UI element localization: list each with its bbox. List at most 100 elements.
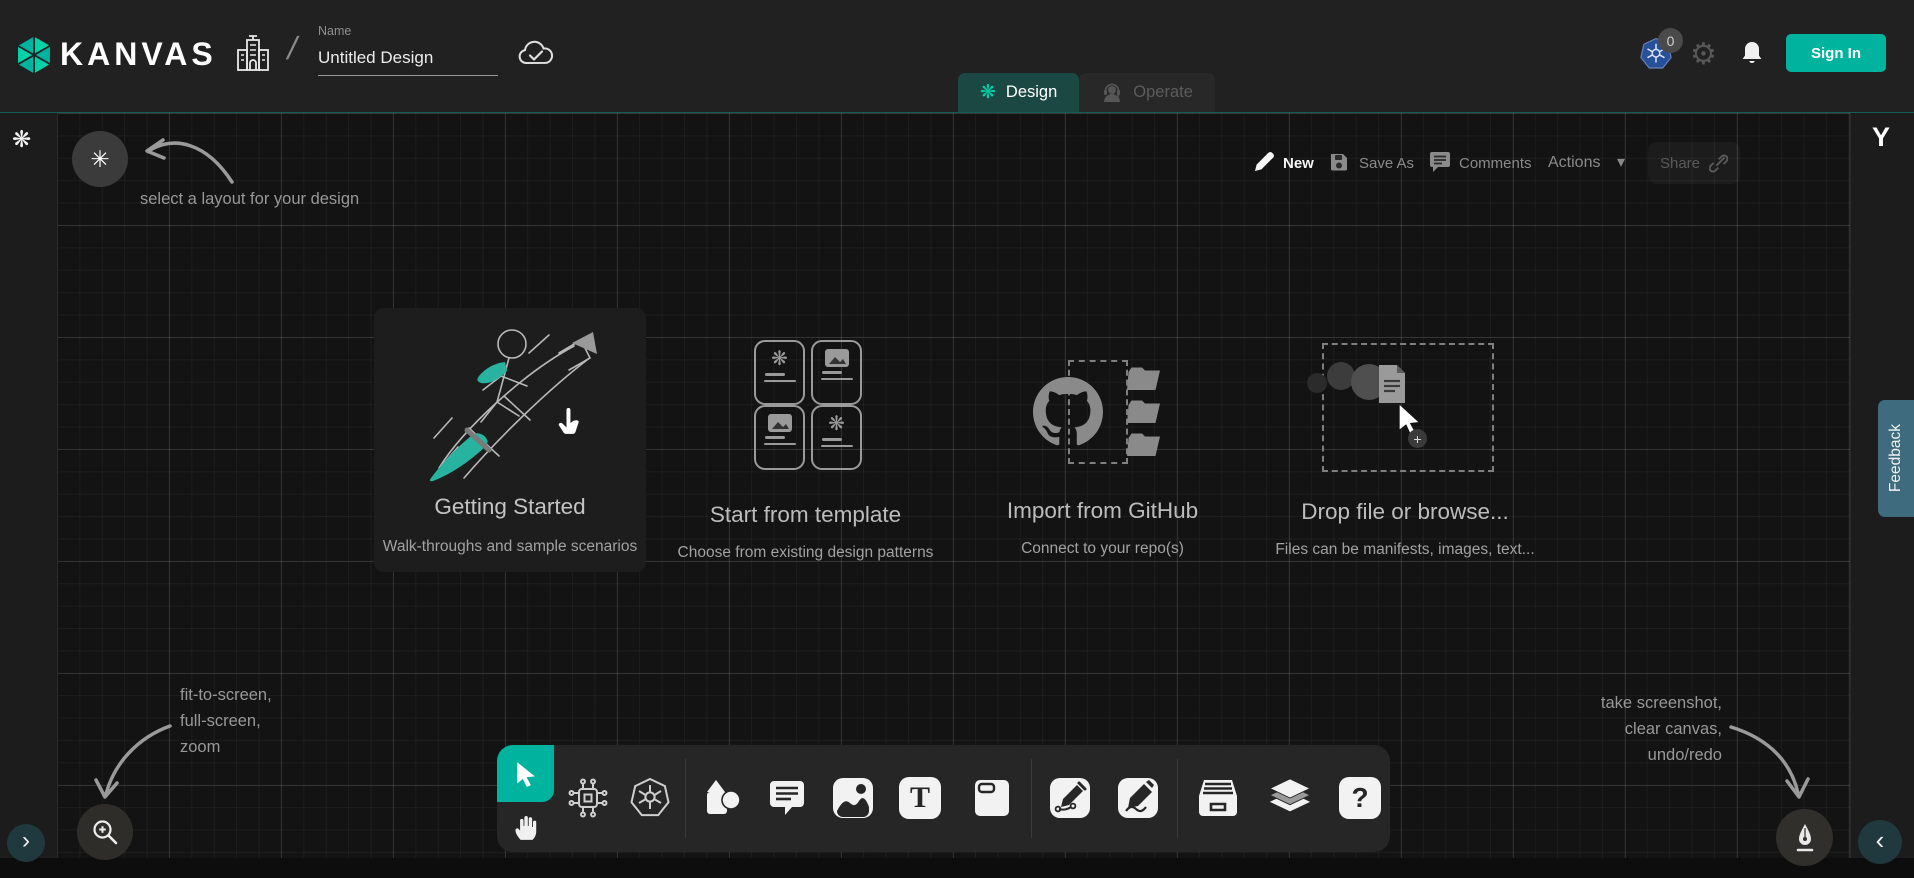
dock-divider [685, 759, 686, 838]
kubernetes-context-button[interactable]: 0 [1638, 36, 1694, 76]
share-link-icon [1709, 154, 1728, 173]
plus-badge-icon: + [1408, 429, 1427, 448]
comments-button[interactable]: Comments [1459, 155, 1532, 172]
actions-menu-button[interactable]: Actions [1548, 154, 1600, 172]
canvas-actions-hint-text: take screenshot, clear canvas, undo/redo [1570, 690, 1722, 768]
tab-design-label: Design [1006, 83, 1057, 102]
cursor-arrow-icon [514, 761, 538, 787]
design-name-label: Name [318, 24, 351, 38]
header-bar: KANVAS / Name ❋ Design [0, 0, 1914, 112]
file-icon [1377, 363, 1407, 405]
operate-headset-icon [1101, 82, 1123, 104]
shapes-icon [701, 778, 743, 818]
layout-hint-text: select a layout for your design [140, 186, 359, 212]
layout-asterisk-icon: ✳ [90, 146, 109, 173]
notifications-bell-icon[interactable] [1740, 40, 1764, 67]
y-logo-icon[interactable]: Y [1872, 122, 1890, 153]
card-getting-started[interactable]: Getting Started Walk-throughs and sample… [374, 308, 646, 572]
card-drop-title: Drop file or browse... [1295, 499, 1515, 525]
card-github-title: Import from GitHub [1005, 498, 1200, 524]
tool-image[interactable] [831, 776, 875, 820]
new-pencil-icon[interactable] [1252, 150, 1276, 174]
card-drop-file[interactable]: + Drop file or browse... Files can be ma… [1295, 335, 1515, 564]
share-button[interactable]: Share [1648, 142, 1740, 184]
view-hint-arrow [92, 712, 177, 807]
share-label: Share [1660, 155, 1700, 172]
tab-operate[interactable]: Operate [1079, 73, 1215, 112]
comments-bubble-icon[interactable] [1428, 151, 1452, 174]
tool-shapes[interactable] [700, 776, 744, 820]
tool-kubernetes[interactable] [628, 776, 672, 820]
tool-pan-hand[interactable] [497, 802, 554, 852]
pointer-hand-cursor [556, 408, 584, 442]
view-controls-hint-text: fit-to-screen, full-screen, zoom [180, 682, 272, 760]
left-dock-rail [0, 113, 58, 858]
github-octocat-icon [1033, 377, 1103, 447]
pen-nib-icon [1792, 823, 1818, 853]
dock-divider [1031, 759, 1032, 838]
spiral-icon: ❋ [771, 349, 788, 369]
kubernetes-wheel-icon [628, 775, 672, 821]
image-tool-icon [832, 777, 874, 819]
help-icon: ? [1339, 777, 1381, 819]
kanvas-app: KANVAS / Name ❋ Design [0, 0, 1914, 878]
feedback-label: Feedback [1887, 424, 1905, 492]
new-button[interactable]: New [1283, 155, 1314, 172]
dock-divider [1177, 759, 1178, 838]
pencil-sketch-icon [1117, 777, 1159, 819]
tool-text[interactable]: T [898, 776, 942, 820]
tab-design[interactable]: ❋ Design [958, 73, 1079, 112]
chevron-left-icon: ‹ [1876, 825, 1885, 856]
template-thumb [811, 340, 862, 405]
sign-in-button[interactable]: Sign In [1786, 34, 1886, 72]
organization-icon[interactable] [234, 32, 272, 76]
template-thumb: ❋ [811, 405, 862, 470]
expand-left-dock-button[interactable]: › [7, 824, 45, 862]
tools-dock: T [497, 745, 1390, 852]
actions-hint-arrow [1725, 715, 1810, 805]
tool-sticky-note[interactable] [970, 776, 1014, 820]
design-spiral-icon: ❋ [980, 81, 996, 104]
card-template-title: Start from template [668, 502, 943, 528]
spiral-icon: ❋ [828, 414, 845, 434]
dot-small [1307, 373, 1327, 393]
card-import-from-github[interactable]: Import from GitHub Connect to your repo(… [1005, 342, 1200, 564]
meshery-spiral-icon[interactable]: ❋ [12, 126, 31, 153]
bottom-edge [0, 858, 1914, 878]
tool-layers[interactable] [1268, 776, 1312, 820]
breadcrumb-separator: / [284, 30, 301, 67]
kanvas-logo-icon[interactable] [13, 34, 55, 76]
card-start-from-template[interactable]: ❋ ❋ Start from template Choose [668, 330, 943, 570]
rocket-rider-illustration [409, 318, 614, 493]
text-tool-icon: T [899, 777, 941, 819]
tool-select-cursor[interactable] [497, 745, 554, 802]
zoom-button[interactable] [77, 804, 133, 860]
template-thumb: ❋ [754, 340, 805, 405]
collapse-right-dock-button[interactable]: ‹ [1858, 820, 1902, 864]
pen-path-icon [1049, 777, 1091, 819]
image-icon [768, 414, 792, 432]
tool-comment[interactable] [765, 776, 809, 820]
sticky-note-icon [971, 777, 1013, 819]
pen-tools-button[interactable] [1776, 809, 1833, 866]
design-name-input[interactable] [318, 42, 498, 76]
tool-component[interactable] [566, 776, 610, 820]
tool-sketch[interactable] [1116, 776, 1160, 820]
zoom-in-magnifier-icon [90, 817, 120, 847]
cloud-saved-icon [517, 40, 555, 68]
chevron-right-icon: › [22, 827, 30, 855]
tool-pen[interactable] [1048, 776, 1092, 820]
card-getting-started-title: Getting Started [374, 494, 646, 520]
feedback-tab[interactable]: Feedback [1878, 400, 1914, 517]
save-as-button[interactable]: Save As [1359, 155, 1414, 172]
layout-selector-button[interactable]: ✳ [72, 131, 128, 187]
tool-help[interactable]: ? [1338, 776, 1382, 820]
drawer-icon [1196, 778, 1240, 818]
tool-drawer[interactable] [1196, 776, 1240, 820]
hand-icon [512, 813, 540, 841]
settings-gear-icon[interactable]: ⚙ [1690, 40, 1717, 70]
kubernetes-context-count-badge: 0 [1658, 28, 1683, 53]
actions-caret-icon[interactable]: ▾ [1617, 152, 1625, 172]
save-as-floppy-icon[interactable] [1328, 151, 1350, 173]
card-template-subtitle: Choose from existing design patterns [613, 544, 998, 562]
